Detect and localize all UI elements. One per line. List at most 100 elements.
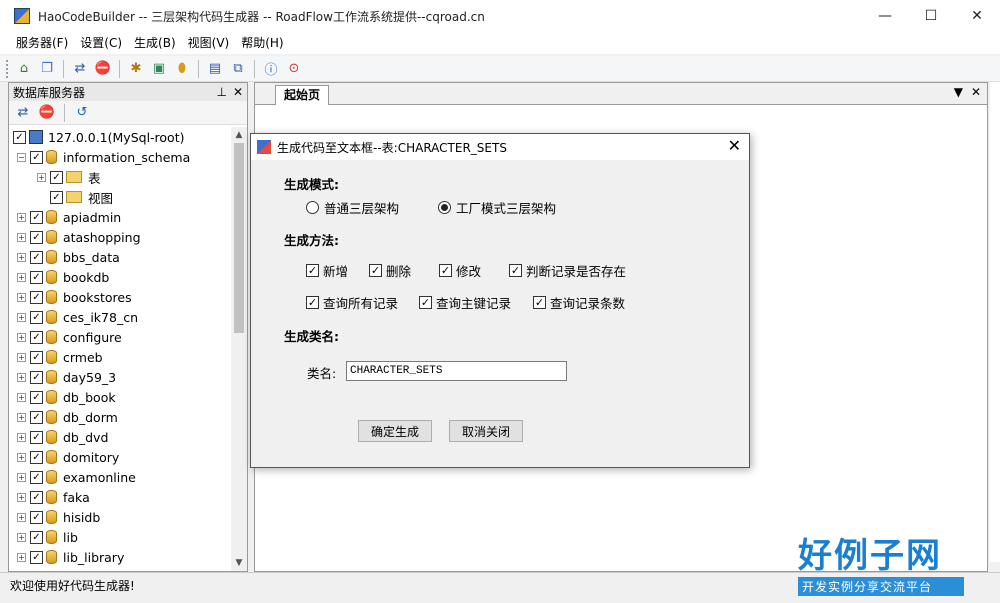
scroll-down-icon[interactable]: ▼ xyxy=(231,555,247,571)
expand-icon[interactable]: + xyxy=(17,552,26,562)
refresh-icon[interactable]: ↺ xyxy=(72,103,92,123)
tree-row-database[interactable]: + ✓ crmeb xyxy=(9,347,233,367)
expand-icon[interactable]: + xyxy=(17,292,26,302)
menu-settings[interactable]: 设置(C) xyxy=(74,32,128,54)
expand-icon[interactable]: + xyxy=(17,252,26,262)
expand-icon[interactable]: + xyxy=(17,492,26,502)
expand-icon[interactable]: + xyxy=(17,272,26,282)
checkbox[interactable]: ✓ xyxy=(30,530,43,544)
confirm-generate-button[interactable]: 确定生成 xyxy=(358,420,432,442)
expand-icon[interactable]: + xyxy=(17,432,26,442)
tree-row-views[interactable]: ✓ 视图 xyxy=(9,187,233,207)
tree-row-database[interactable]: + ✓ configure xyxy=(9,327,233,347)
tree-row-database[interactable]: + ✓ apiadmin xyxy=(9,207,233,227)
checkbox[interactable]: ✓ xyxy=(30,490,43,504)
connect-icon[interactable]: ⇄ xyxy=(70,59,90,79)
checkbox[interactable]: ✓ xyxy=(30,310,43,324)
tree-scrollbar[interactable]: ▲ ▼ xyxy=(231,127,247,571)
checkbox[interactable]: ✓ xyxy=(30,210,43,224)
checkbox[interactable]: ✓ xyxy=(50,170,63,184)
panel-close-button[interactable]: ✕ xyxy=(233,83,243,101)
tree-row-database[interactable]: + ✓ bookdb xyxy=(9,267,233,287)
tree-row-database[interactable]: + ✓ ces_ik78_cn xyxy=(9,307,233,327)
expand-icon[interactable]: + xyxy=(17,452,26,462)
window-cascade-icon[interactable]: ⧉ xyxy=(228,59,248,79)
expand-icon[interactable]: + xyxy=(37,172,46,182)
tree-row-database[interactable]: + ✓ examonline xyxy=(9,467,233,487)
expand-icon[interactable]: + xyxy=(17,332,26,342)
dialog-close-button[interactable]: ✕ xyxy=(728,136,741,155)
tree-row-database[interactable]: + ✓ lib xyxy=(9,527,233,547)
expand-icon[interactable]: + xyxy=(17,392,26,402)
checkbox[interactable]: ✓ xyxy=(30,350,43,364)
radio-button-selected[interactable] xyxy=(438,201,451,214)
tree-row-database[interactable]: + ✓ db_dvd xyxy=(9,427,233,447)
checkbox[interactable]: ✓ xyxy=(30,370,43,384)
expand-icon[interactable]: + xyxy=(17,372,26,382)
copy-icon[interactable]: ❐ xyxy=(37,59,57,79)
menu-view[interactable]: 视图(V) xyxy=(182,32,236,54)
checkbox[interactable]: ✓ xyxy=(30,550,43,564)
tree-row-database[interactable]: + ✓ db_dorm xyxy=(9,407,233,427)
expand-icon[interactable]: + xyxy=(17,352,26,362)
expand-icon[interactable]: + xyxy=(17,532,26,542)
disconnect-icon[interactable]: ⛔ xyxy=(37,103,57,123)
checkbox[interactable]: ✓ xyxy=(30,450,43,464)
home-icon[interactable]: ⌂ xyxy=(14,59,34,79)
menu-help[interactable]: 帮助(H) xyxy=(235,32,289,54)
checkbox[interactable]: ✓ xyxy=(30,470,43,484)
tab-close-icon[interactable]: ✕ xyxy=(971,85,981,99)
radio-normal-three-tier[interactable]: 普通三层架构 xyxy=(306,198,399,217)
tree-row-database[interactable]: + ✓ bookstores xyxy=(9,287,233,307)
tree-row-database[interactable]: + ✓ db_book xyxy=(9,387,233,407)
help-icon[interactable]: ⊙ xyxy=(284,59,304,79)
checkbox-exists[interactable]: ✓ 判断记录是否存在 xyxy=(509,261,626,280)
close-button[interactable]: ✕ xyxy=(954,0,1000,32)
tree-row-database[interactable]: + ✓ faka xyxy=(9,487,233,507)
scroll-up-icon[interactable]: ▲ xyxy=(231,127,247,143)
checkbox-update[interactable]: ✓ 修改 xyxy=(439,261,481,280)
tree-row-server[interactable]: ✓ 127.0.0.1(MySql-root) xyxy=(9,127,233,147)
menu-server[interactable]: 服务器(F) xyxy=(10,32,74,54)
checkbox-delete[interactable]: ✓ 删除 xyxy=(369,261,411,280)
image-icon[interactable]: ▣ xyxy=(149,59,169,79)
window-icon[interactable]: ▤ xyxy=(205,59,225,79)
radio-button[interactable] xyxy=(306,201,319,214)
checkbox-query-all[interactable]: ✓ 查询所有记录 xyxy=(306,293,398,312)
cancel-close-button[interactable]: 取消关闭 xyxy=(449,420,523,442)
checkbox[interactable]: ✓ xyxy=(13,130,26,144)
stop-icon[interactable]: ⛔ xyxy=(93,59,113,79)
pin-icon[interactable]: ⊥ xyxy=(216,83,226,101)
tree-row-database[interactable]: + ✓ hisidb xyxy=(9,507,233,527)
checkbox-query-by-key[interactable]: ✓ 查询主键记录 xyxy=(419,293,511,312)
connect-server-icon[interactable]: ⇄ xyxy=(13,103,33,123)
database-icon[interactable]: ⬮ xyxy=(172,59,192,79)
tools-icon[interactable]: ✱ xyxy=(126,59,146,79)
checkbox[interactable]: ✓ xyxy=(30,270,43,284)
expand-icon[interactable]: + xyxy=(17,212,26,222)
classname-input[interactable]: CHARACTER_SETS xyxy=(346,361,567,381)
menu-build[interactable]: 生成(B) xyxy=(128,32,182,54)
toolbar-grip[interactable] xyxy=(6,59,9,78)
tree-row-schema[interactable]: − ✓ information_schema xyxy=(9,147,233,167)
expand-icon[interactable]: + xyxy=(17,512,26,522)
tree-row-database[interactable]: + ✓ atashopping xyxy=(9,227,233,247)
collapse-icon[interactable]: − xyxy=(17,152,26,162)
checkbox[interactable]: ✓ xyxy=(30,330,43,344)
checkbox[interactable]: ✓ xyxy=(30,510,43,524)
scroll-thumb[interactable] xyxy=(234,143,244,333)
checkbox[interactable]: ✓ xyxy=(30,430,43,444)
tree-row-tables[interactable]: + ✓ 表 xyxy=(9,167,233,187)
checkbox[interactable]: ✓ xyxy=(50,190,63,204)
checkbox[interactable]: ✓ xyxy=(30,150,43,164)
expand-icon[interactable]: + xyxy=(17,232,26,242)
expand-icon[interactable]: + xyxy=(17,312,26,322)
minimize-button[interactable]: — xyxy=(862,0,908,32)
tree-row-database[interactable]: + ✓ bbs_data xyxy=(9,247,233,267)
checkbox[interactable]: ✓ xyxy=(30,250,43,264)
expand-icon[interactable]: + xyxy=(17,412,26,422)
tree-row-database[interactable]: + ✓ day59_3 xyxy=(9,367,233,387)
info-icon[interactable]: ⓘ xyxy=(261,59,281,79)
checkbox[interactable]: ✓ xyxy=(30,390,43,404)
checkbox[interactable]: ✓ xyxy=(30,410,43,424)
